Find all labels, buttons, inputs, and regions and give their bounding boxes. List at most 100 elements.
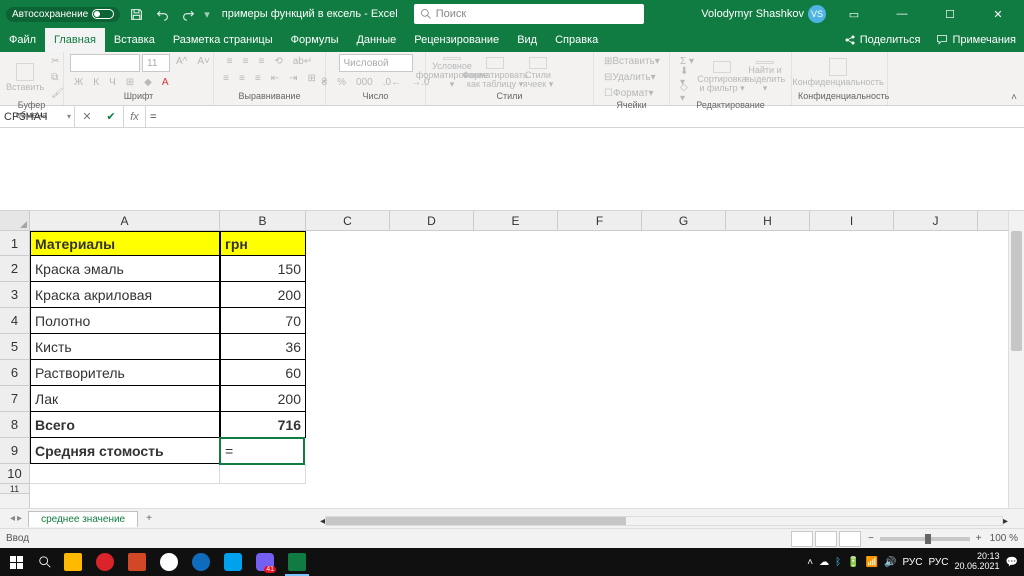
zoom-slider[interactable] [880,537,970,541]
tab-file[interactable]: Файл [0,28,45,52]
page-break-view-icon[interactable] [839,531,861,547]
battery-icon[interactable]: 🔋 [847,557,859,568]
tab-formulas[interactable]: Формулы [282,28,348,52]
format-cells[interactable]: ☐ Формат ▾ [600,86,658,100]
align-top-icon[interactable]: ≡ [223,54,237,68]
row-header[interactable]: 1 [0,231,29,256]
row-header[interactable]: 4 [0,308,29,334]
col-header[interactable]: G [642,211,726,230]
close-icon[interactable]: ✕ [978,0,1018,28]
grid-cells[interactable]: Материалы грн Краска эмаль150 Краска акр… [30,231,1008,484]
sheet-next-icon[interactable]: ▸ [17,513,22,524]
taskbar-search-icon[interactable] [32,548,58,576]
sheet-prev-icon[interactable]: ◂ [10,513,15,524]
clear-icon[interactable]: ◇ ▾ [676,86,699,100]
row-header[interactable]: 11 [0,484,29,494]
start-button[interactable] [0,556,32,569]
volume-icon[interactable]: 🔊 [884,557,896,568]
redo-icon[interactable] [178,4,198,24]
tab-insert[interactable]: Вставка [105,28,164,52]
row-header[interactable]: 10 [0,464,29,484]
zoom-out-icon[interactable]: − [868,533,874,544]
cell-styles[interactable]: Стилиячеек ▾ [518,57,558,89]
enter-formula-icon[interactable]: ✔ [99,110,123,123]
cell[interactable]: Краска акриловая [30,282,220,308]
cell[interactable]: Кисть [30,334,220,360]
cell[interactable]: Всего [30,412,220,438]
undo-icon[interactable] [152,4,172,24]
currency-icon[interactable]: ₴ [318,75,332,89]
col-header[interactable]: H [726,211,810,230]
taskbar-app[interactable] [282,548,312,576]
col-header[interactable]: J [894,211,978,230]
cell[interactable]: 36 [220,334,306,360]
col-header[interactable]: A [30,211,220,230]
row-header[interactable]: 2 [0,256,29,282]
taskbar-app[interactable] [186,548,216,576]
ribbon-display-icon[interactable]: ▭ [834,0,874,28]
tab-review[interactable]: Рецензирование [405,28,508,52]
cell[interactable]: Материалы [30,231,220,256]
fx-icon[interactable]: fx [124,106,146,127]
cell[interactable] [30,464,220,484]
taskbar-app[interactable] [90,548,120,576]
insert-cells[interactable]: ⊞ Вставить ▾ [600,54,664,68]
minimize-icon[interactable]: — [882,0,922,28]
save-icon[interactable] [126,4,146,24]
row-header[interactable]: 6 [0,360,29,386]
font-size[interactable]: 11 [142,54,170,72]
number-format[interactable]: Числовой [339,54,413,72]
taskbar-app[interactable] [218,548,248,576]
sort-filter[interactable]: Сортировкаи фильтр ▾ [702,61,742,93]
zoom-level[interactable]: 100 % [990,533,1018,544]
cell[interactable]: 70 [220,308,306,334]
cell[interactable] [220,464,306,484]
search-box[interactable]: Поиск [414,4,644,24]
active-cell[interactable]: = [219,437,305,465]
font-name[interactable] [70,54,140,72]
tab-view[interactable]: Вид [508,28,546,52]
notifications-icon[interactable]: 💬 [1006,557,1018,568]
row-header[interactable]: 5 [0,334,29,360]
collapse-ribbon-icon[interactable]: ˄ [1004,52,1024,105]
col-header[interactable]: C [306,211,390,230]
row-header[interactable]: 7 [0,386,29,412]
row-header[interactable]: 8 [0,412,29,438]
taskbar-app[interactable] [154,548,184,576]
maximize-icon[interactable]: ☐ [930,0,970,28]
zoom-in-icon[interactable]: + [976,533,982,544]
cell[interactable]: Лак [30,386,220,412]
clock[interactable]: 20:1320.06.2021 [955,552,1000,572]
bluetooth-icon[interactable]: ᛒ [835,557,841,568]
cell[interactable]: Краска эмаль [30,256,220,282]
language-indicator[interactable]: РУС [902,557,922,568]
formula-input[interactable]: = [146,106,1024,127]
taskbar-app[interactable] [122,548,152,576]
wifi-icon[interactable]: 📶 [866,557,878,568]
format-as-table[interactable]: Форматироватькак таблицу ▾ [475,57,515,89]
col-header[interactable]: F [558,211,642,230]
normal-view-icon[interactable] [791,531,813,547]
cell[interactable]: 150 [220,256,306,282]
cancel-formula-icon[interactable]: ✕ [75,110,99,123]
add-sheet-button[interactable]: + [138,513,160,524]
col-header[interactable]: B [220,211,306,230]
delete-cells[interactable]: ⊟ Удалить ▾ [600,70,660,84]
share-button[interactable]: Поделиться [836,28,929,52]
vertical-scrollbar[interactable] [1008,211,1024,508]
select-all-corner[interactable] [0,211,29,231]
tab-home[interactable]: Главная [45,28,105,52]
user-account[interactable]: Volodymyr Shashkov VS [701,5,826,23]
col-header[interactable]: E [474,211,558,230]
page-layout-view-icon[interactable] [815,531,837,547]
cell[interactable]: 60 [220,360,306,386]
tray-expand-icon[interactable]: ˄ [807,557,813,568]
percent-icon[interactable]: % [333,75,350,89]
tab-layout[interactable]: Разметка страницы [164,28,282,52]
sheet-tab[interactable]: среднее значение [28,511,138,527]
cell[interactable]: 200 [220,282,306,308]
col-header[interactable]: I [810,211,894,230]
taskbar-app[interactable] [58,548,88,576]
sensitivity[interactable]: Конфиденциальность [798,57,878,89]
col-header[interactable]: D [390,211,474,230]
